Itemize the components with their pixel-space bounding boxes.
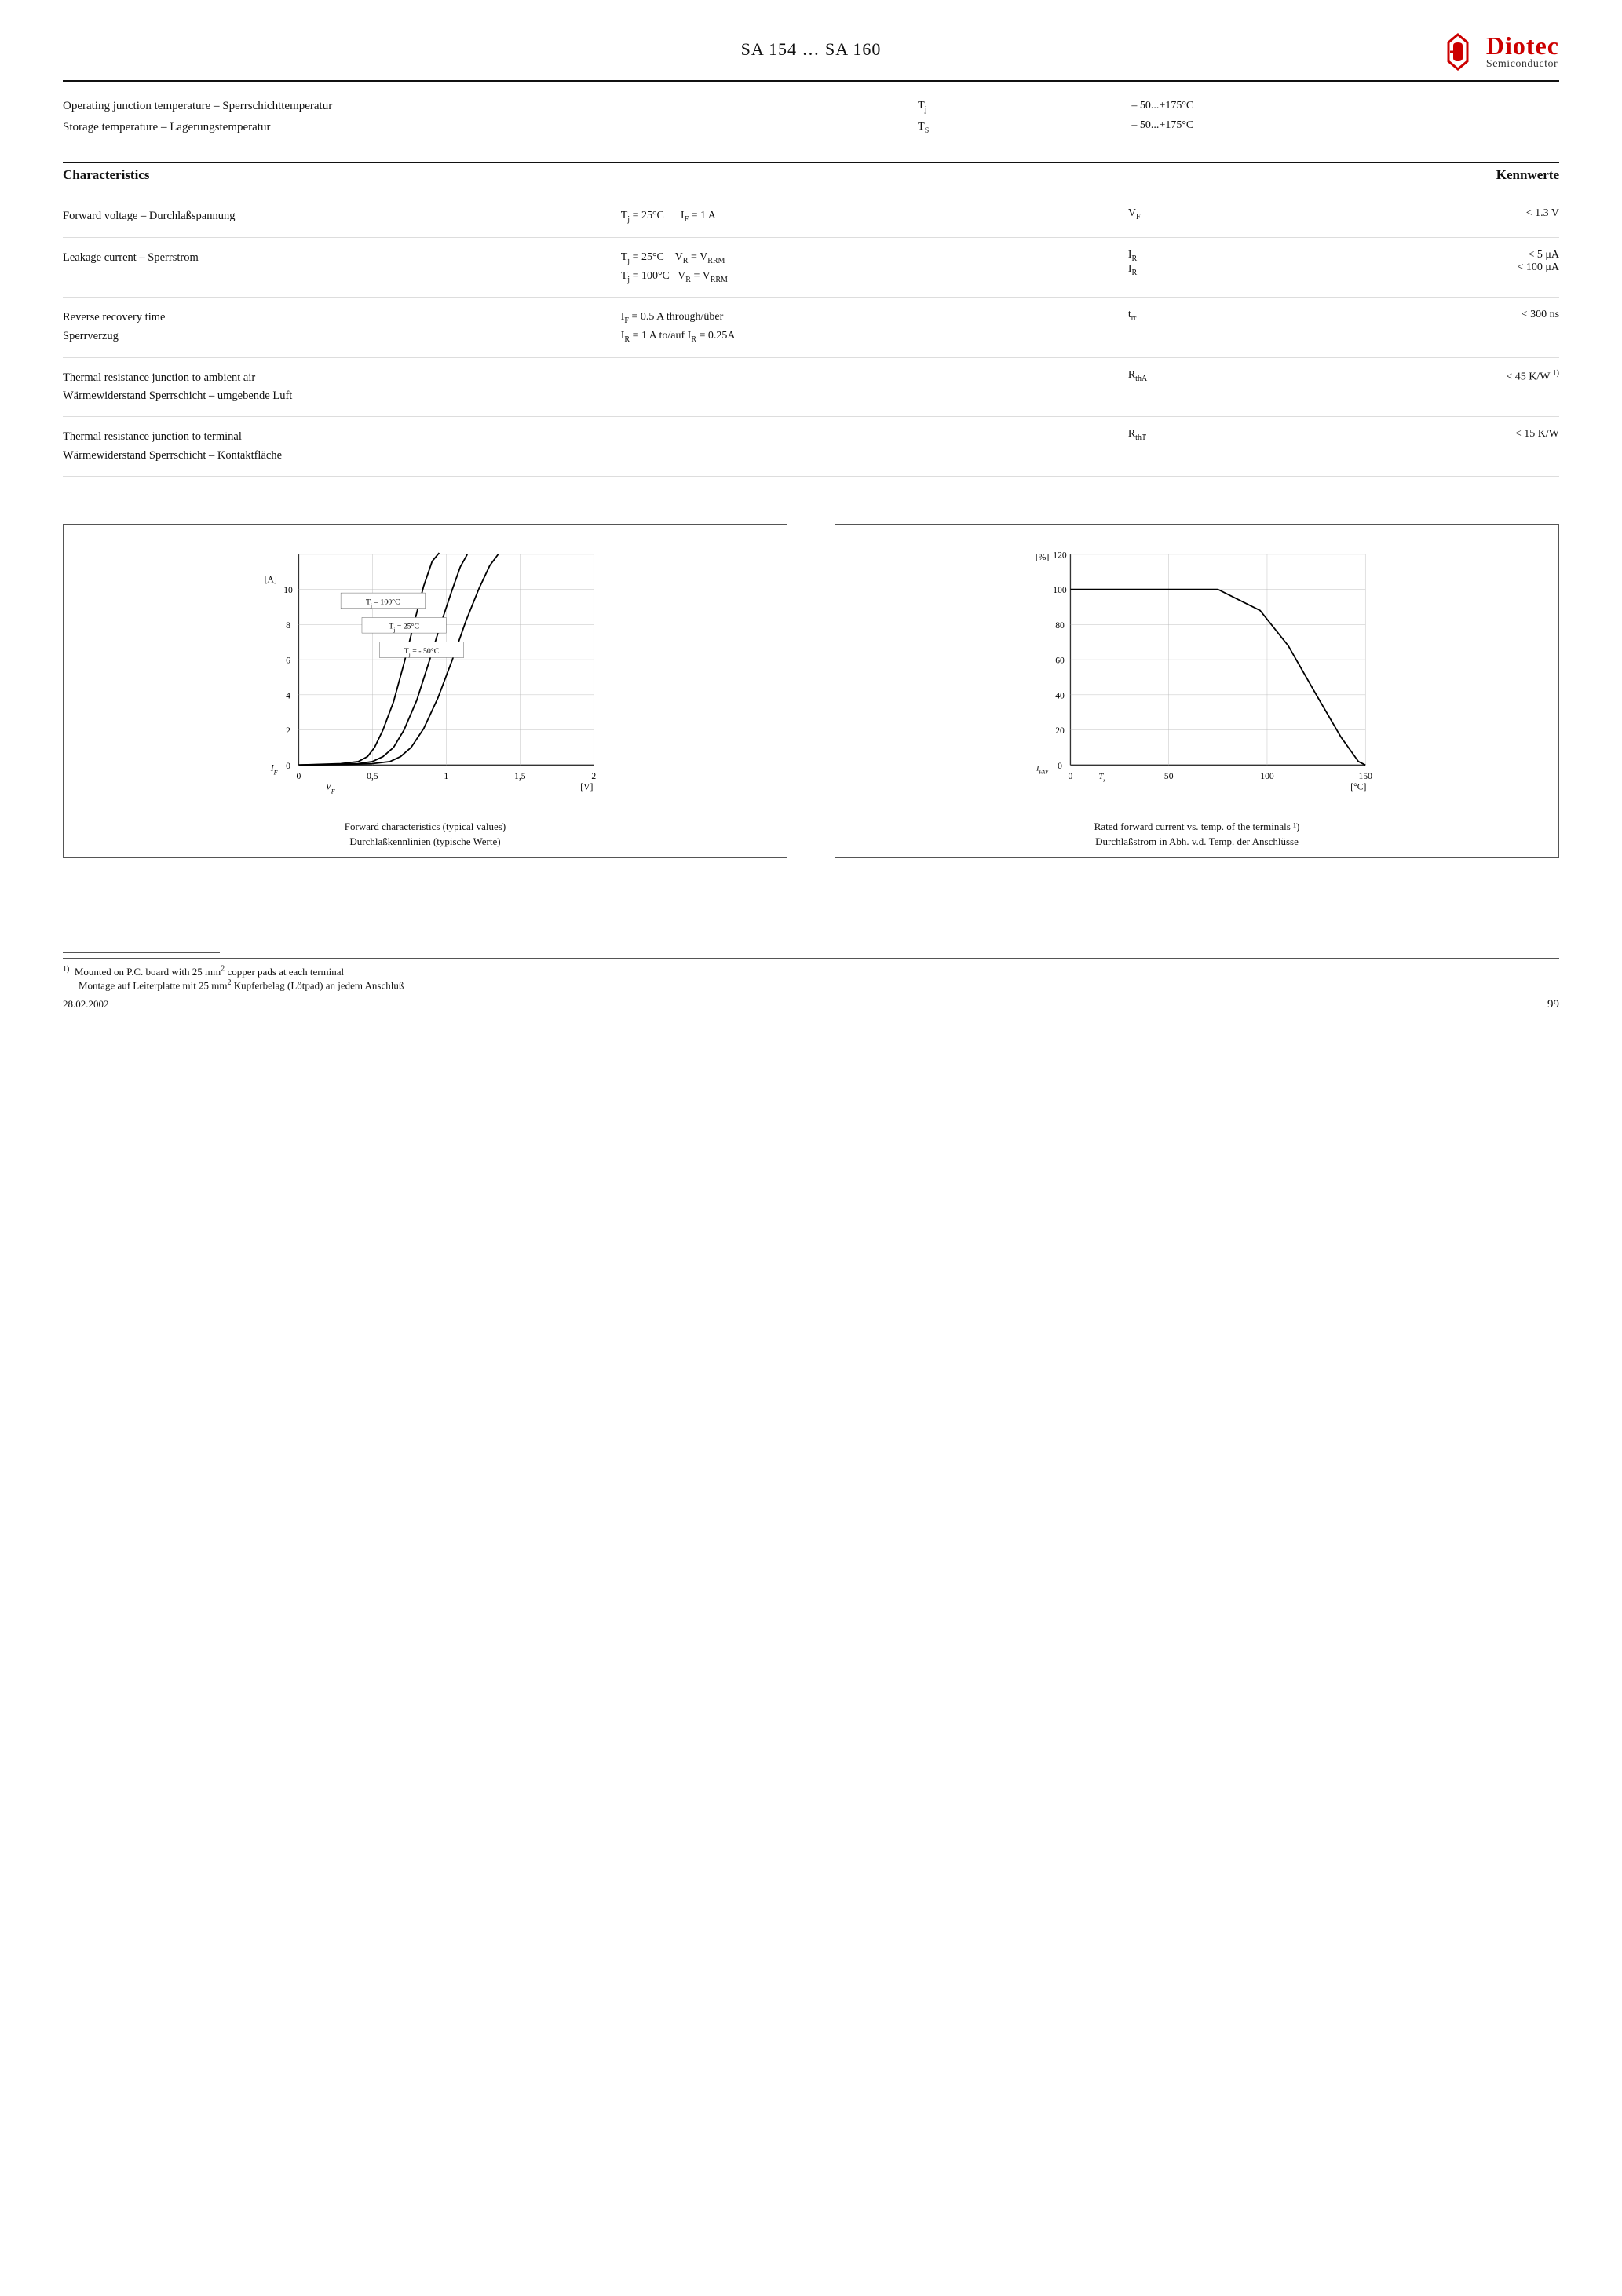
svg-text:0: 0 [1058,761,1062,771]
logo-text-area: Diotec Semiconductor [1486,33,1559,71]
temp-labels: Operating junction temperature – Sperrsc… [63,96,918,138]
svg-text:4: 4 [286,690,290,700]
thermal-ambient-desc: Thermal resistance junction to ambient a… [63,369,621,405]
svg-text:[°C]: [°C] [1350,781,1366,792]
chart-forward-current-temp: 0 20 40 60 80 100 120 [%] IFAV 0 Tr 50 1… [835,524,1559,858]
row-reverse-recovery: Reverse recovery time Sperrverzug IF = 0… [63,298,1559,358]
chart1-caption: Forward characteristics (typical values)… [71,819,779,850]
svg-text:50: 50 [1164,771,1174,781]
svg-text:10: 10 [283,585,293,595]
svg-text:0: 0 [297,771,301,781]
svg-text:120: 120 [1053,550,1067,560]
forward-voltage-value: < 1.3 V [1306,207,1559,220]
chart-forward-characteristics: 0 2 4 6 8 10 [A] IF 0 0,5 1 1,5 2 VF [V] [63,524,787,858]
logo-subtitle: Semiconductor [1486,58,1559,71]
footer-divider [63,952,220,953]
svg-text:IFAV: IFAV [1036,764,1050,775]
footer-area: 1) Mounted on P.C. board with 25 mm2 cop… [63,952,1559,1012]
thermal-ambient-value: < 45 K/W 1) [1306,369,1559,384]
svg-text:1,5: 1,5 [514,771,526,781]
chart2-caption-de: Durchlaßstrom in Abh. v.d. Temp. der Ans… [843,834,1551,850]
logo-brand: Diotec [1486,33,1559,58]
temp-storage-label: Storage temperature – Lagerungstemperatu… [63,117,918,138]
charts-area: 0 2 4 6 8 10 [A] IF 0 0,5 1 1,5 2 VF [V] [63,524,1559,858]
forward-voltage-symbol: VF [1128,207,1306,221]
thermal-terminal-desc: Thermal resistance junction to terminal … [63,428,621,464]
reverse-recovery-cond: IF = 0.5 A through/über IR = 1 A to/auf … [621,309,1128,346]
page-header: SA 154 … SA 160 Diotec Semiconductor [63,31,1559,82]
leakage-current-desc: Leakage current – Sperrstrom [63,249,621,267]
characteristics-label: Characteristics [63,167,149,183]
thermal-ambient-symbol: RthA [1128,369,1306,383]
row-leakage-current: Leakage current – Sperrstrom Tj = 25°C V… [63,238,1559,298]
row-forward-voltage: Forward voltage – Durchlaßspannung Tj = … [63,196,1559,238]
footnote-1: 1) Mounted on P.C. board with 25 mm2 cop… [63,965,1559,978]
svg-text:VF: VF [326,781,335,795]
svg-text:8: 8 [286,620,290,631]
temp-junction-value: – 50...+175°C [1131,96,1559,115]
footnote-num: 1) [63,965,69,974]
svg-text:IF: IF [270,762,278,776]
reverse-recovery-symbol: trr [1128,309,1306,323]
chart2-caption-en: Rated forward current vs. temp. of the t… [843,819,1551,835]
chart1-svg: 0 2 4 6 8 10 [A] IF 0 0,5 1 1,5 2 VF [V] [71,540,779,807]
svg-text:0,5: 0,5 [367,771,378,781]
svg-text:80: 80 [1055,620,1065,631]
page-title: SA 154 … SA 160 [561,31,1060,60]
diotec-logo-icon [1438,31,1478,72]
leakage-current-value: < 5 μA < 100 μA [1306,249,1559,274]
chart2-caption: Rated forward current vs. temp. of the t… [843,819,1551,850]
svg-text:2: 2 [286,726,290,736]
chart2-svg: 0 20 40 60 80 100 120 [%] IFAV 0 Tr 50 1… [843,540,1551,807]
svg-text:2: 2 [591,771,596,781]
kennwerte-label: Kennwerte [1496,167,1559,183]
temp-storage-value: – 50...+175°C [1131,115,1559,135]
temperature-section: Operating junction temperature – Sperrsc… [63,96,1559,138]
forward-voltage-cond: Tj = 25°C IF = 1 A [621,207,1128,226]
svg-text:0: 0 [286,761,290,771]
chart1-caption-en: Forward characteristics (typical values) [71,819,779,835]
svg-text:40: 40 [1055,690,1065,700]
leakage-current-symbol: IR IR [1128,249,1306,277]
svg-text:100: 100 [1260,771,1274,781]
temp-junction-label: Operating junction temperature – Sperrsc… [63,96,918,117]
svg-text:60: 60 [1055,655,1065,665]
svg-text:[A]: [A] [265,574,277,584]
characteristics-header: Characteristics Kennwerte [63,162,1559,188]
svg-text:100: 100 [1053,585,1067,595]
footer-bottom: 28.02.2002 99 [63,998,1559,1011]
footnote-1-de: Montage auf Leiterplatte mit 25 mm2 Kupf… [63,978,1559,992]
thermal-terminal-value: < 15 K/W [1306,428,1559,441]
footnote-en: Mounted on P.C. board with 25 mm2 copper… [75,966,344,978]
svg-text:20: 20 [1055,726,1065,736]
svg-text:[V]: [V] [580,781,593,792]
forward-voltage-desc: Forward voltage – Durchlaßspannung [63,207,621,225]
svg-text:[%]: [%] [1036,552,1050,562]
reverse-recovery-desc: Reverse recovery time Sperrverzug [63,309,621,345]
footer-date: 28.02.2002 [63,998,109,1011]
svg-text:0: 0 [1069,771,1073,781]
footer: 1) Mounted on P.C. board with 25 mm2 cop… [63,958,1559,993]
temp-junction-symbol: Tj [918,96,1131,117]
logo-area: Diotec Semiconductor [1061,31,1559,72]
row-thermal-terminal: Thermal resistance junction to terminal … [63,417,1559,476]
svg-text:1: 1 [444,771,448,781]
reverse-recovery-value: < 300 ns [1306,309,1559,321]
chart1-caption-de: Durchlaßkennlinien (typische Werte) [71,834,779,850]
temp-storage-symbol: TS [918,117,1131,138]
svg-text:Tr: Tr [1098,772,1105,784]
leakage-current-cond: Tj = 25°C VR = VRRM Tj = 100°C VR = VRRM [621,249,1128,287]
row-thermal-ambient: Thermal resistance junction to ambient a… [63,358,1559,417]
svg-text:6: 6 [286,655,290,665]
temp-values: – 50...+175°C – 50...+175°C [1131,96,1559,138]
page-number: 99 [1547,998,1559,1011]
svg-text:150: 150 [1359,771,1373,781]
temp-symbols: Tj TS [918,96,1131,138]
thermal-terminal-symbol: RthT [1128,428,1306,442]
